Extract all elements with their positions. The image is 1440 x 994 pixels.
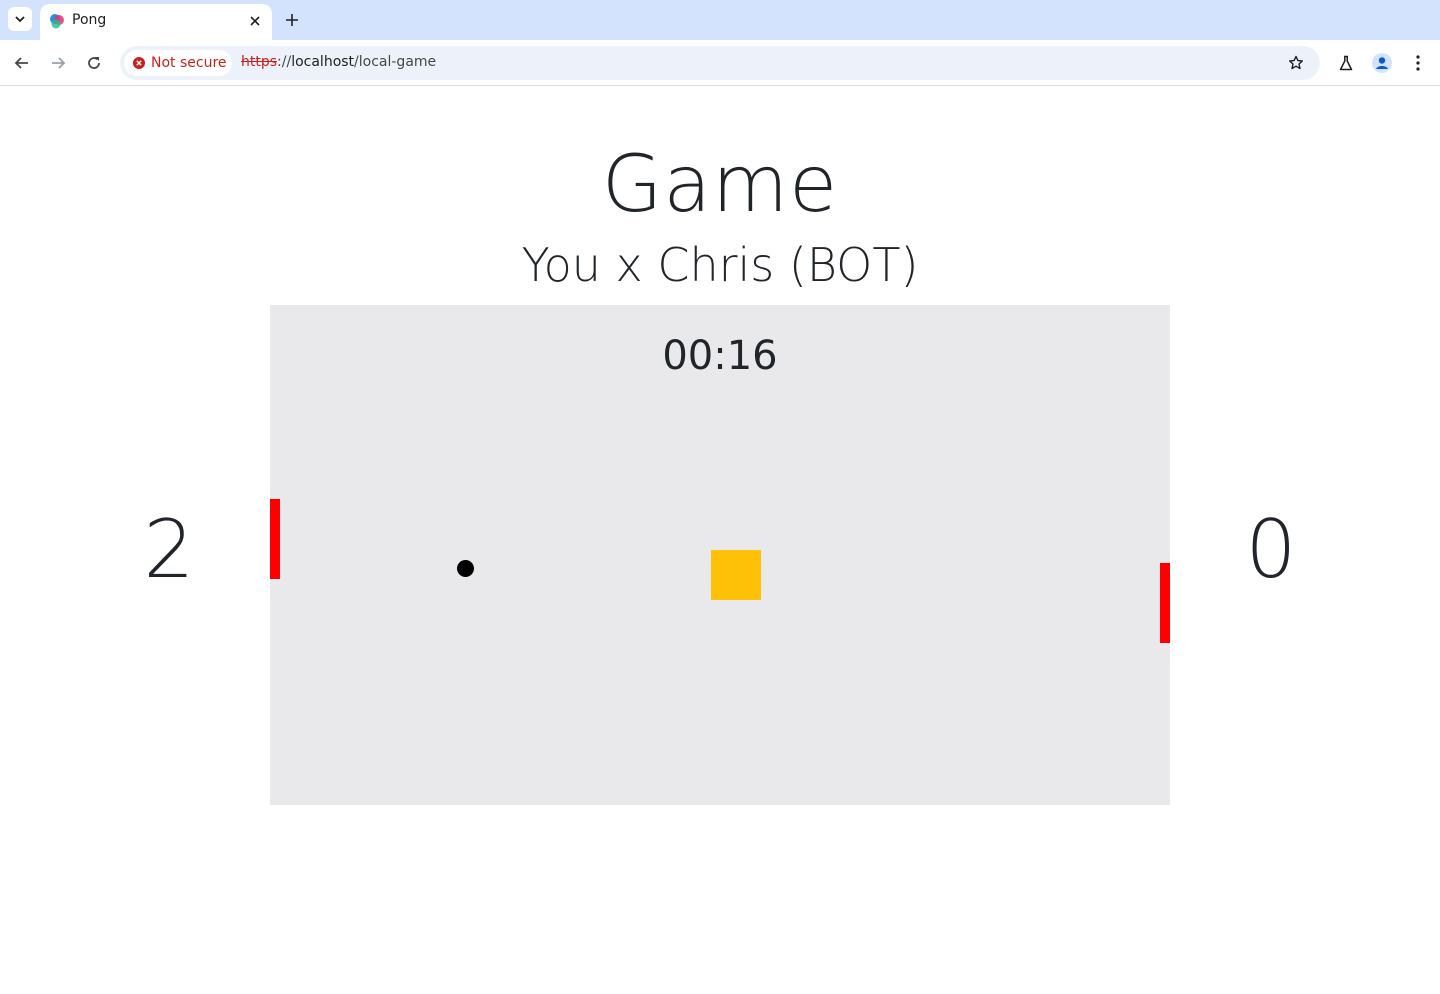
opponent-paddle: [1160, 563, 1170, 643]
chevron-down-icon: [15, 16, 25, 23]
more-menu-button[interactable]: [1406, 51, 1430, 75]
url-path: /local-game: [354, 54, 437, 70]
more-menu-icon: [1416, 55, 1420, 71]
game-timer: 00:16: [662, 333, 778, 379]
tab-strip: Pong: [0, 0, 1440, 40]
security-chip[interactable]: Not secure: [124, 50, 232, 76]
url-host: localhost: [291, 54, 355, 70]
profile-button[interactable]: [1370, 51, 1394, 75]
browser-tab[interactable]: Pong: [40, 4, 272, 40]
new-tab-button[interactable]: [281, 9, 303, 31]
back-arrow-icon: [14, 57, 28, 69]
tab-title: Pong: [72, 12, 107, 28]
browser-toolbar: Not secure https://localhost/local-game: [0, 40, 1440, 86]
profile-icon: [1372, 53, 1392, 73]
opponent-score: 0: [1245, 503, 1297, 596]
close-icon: [250, 16, 260, 26]
bookmark-button[interactable]: [1284, 51, 1308, 75]
reload-button[interactable]: [82, 51, 106, 75]
back-button[interactable]: [10, 51, 34, 75]
tab-close-button[interactable]: [246, 12, 264, 30]
labs-button[interactable]: [1334, 51, 1358, 75]
url-scheme: https: [241, 54, 278, 70]
security-label: Not secure: [151, 55, 227, 71]
plus-icon: [286, 14, 298, 26]
powerup-block: [711, 550, 761, 600]
pong-favicon-icon: [50, 14, 64, 29]
game-board[interactable]: 00:16: [270, 305, 1170, 805]
labs-flask-icon: [1339, 55, 1353, 71]
player-score: 2: [143, 503, 195, 596]
matchup-subtitle: You x Chris (BOT): [521, 238, 919, 292]
ball: [457, 560, 474, 577]
page-title: Game: [601, 140, 839, 230]
url-separator: ://: [277, 54, 292, 70]
reload-icon: [88, 57, 100, 69]
not-secure-icon: [133, 57, 145, 69]
player-paddle: [270, 499, 280, 579]
tab-search-button[interactable]: [8, 7, 32, 31]
address-bar[interactable]: Not secure https://localhost/local-game: [120, 46, 1320, 80]
url-text[interactable]: https://localhost/local-game: [241, 54, 436, 70]
forward-button[interactable]: [46, 51, 70, 75]
forward-arrow-icon: [52, 57, 66, 69]
bookmark-star-icon: [1289, 55, 1303, 70]
